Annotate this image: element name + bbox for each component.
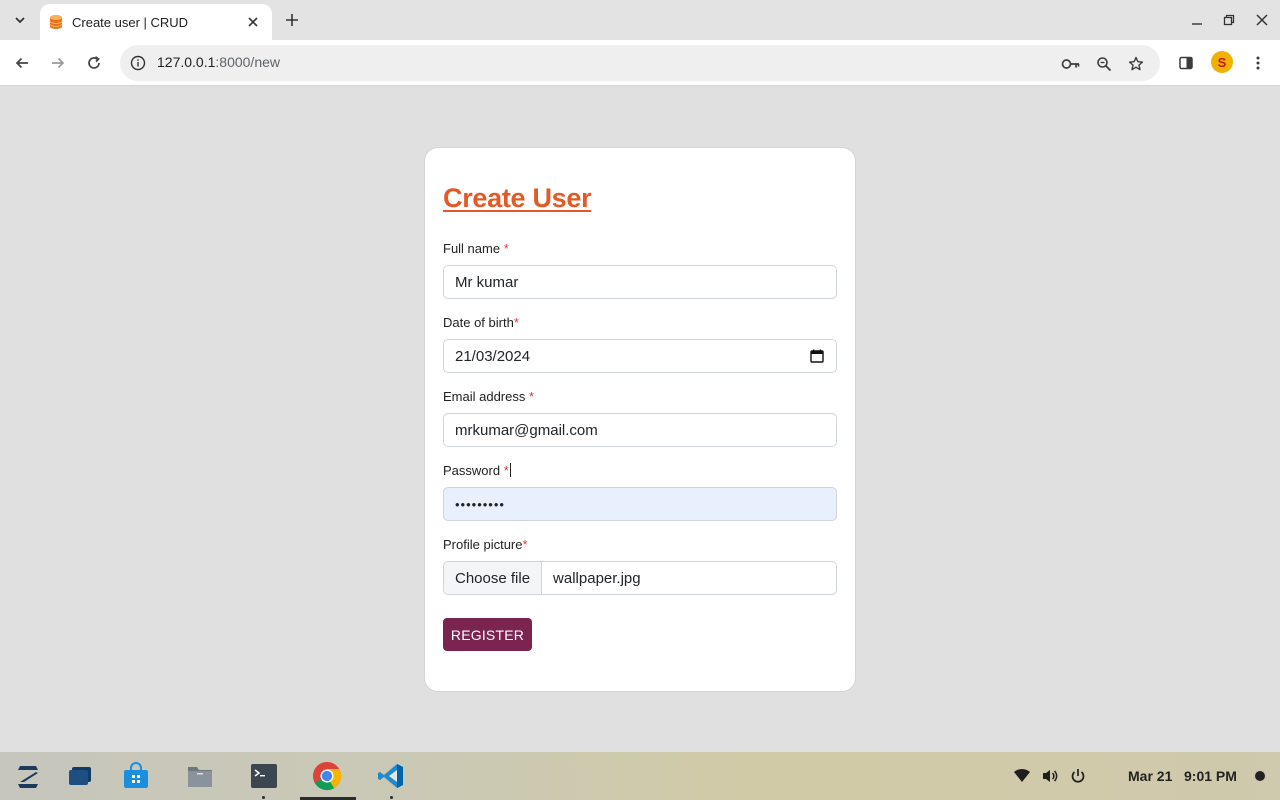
software-store-button[interactable] [121,761,151,791]
tab-search-button[interactable] [6,6,34,34]
close-window-button[interactable] [1250,8,1274,32]
back-button[interactable] [8,49,36,77]
key-icon [1061,59,1080,69]
taskbar: Mar 21 9:01 PM [0,752,1280,800]
wifi-icon [1014,768,1030,782]
plus-icon [286,14,298,26]
wifi-button[interactable] [1013,767,1031,785]
register-button[interactable]: REGISTER [443,618,532,651]
store-bag-icon [124,762,148,788]
email-input[interactable]: mrkumar@gmail.com [443,413,837,447]
browser-tab[interactable]: Create user | CRUD [40,4,272,40]
close-icon [1256,14,1268,26]
password-key-button[interactable] [1060,53,1082,75]
zoom-button[interactable] [1093,53,1115,75]
password-label: Password * [443,463,511,478]
side-panel-icon [1179,56,1193,70]
side-panel-button[interactable] [1175,52,1197,74]
profile-picture-input[interactable]: Choose file wallpaper.jpg [443,561,837,595]
star-icon [1128,56,1144,71]
tab-strip: Create user | CRUD [0,0,1280,40]
tray-time[interactable]: 9:01 PM [1184,768,1237,784]
terminal-button[interactable] [249,761,279,791]
email-label: Email address * [443,389,535,404]
info-icon [130,55,146,71]
tab-title: Create user | CRUD [72,14,189,30]
notification-dot[interactable] [1255,771,1265,781]
chrome-button[interactable] [312,761,342,791]
database-icon [49,15,63,29]
choose-file-button[interactable]: Choose file [444,562,543,594]
tray-date[interactable]: Mar 21 [1128,768,1172,784]
folder-icon [188,767,212,787]
zorin-logo-icon [18,766,38,788]
selected-file-name: wallpaper.jpg [553,569,641,587]
arrow-left-icon [15,57,28,69]
zorin-menu-button[interactable] [13,761,43,791]
page-title: Create User [443,183,592,213]
minimize-button[interactable] [1185,8,1209,32]
minimize-icon [1192,23,1202,25]
volume-button[interactable] [1041,767,1059,785]
vscode-button[interactable] [376,761,406,791]
address-bar[interactable]: 127.0.0.1:8000/new [120,45,1160,81]
terminal-icon [251,764,277,788]
create-user-card: Create User Full name * Mr kumar Date of… [424,147,856,692]
page-viewport: Create User Full name * Mr kumar Date of… [0,86,1280,752]
restore-button[interactable] [1217,8,1241,32]
chevron-down-icon [15,17,25,24]
new-tab-button[interactable] [280,8,304,32]
power-button[interactable] [1069,767,1087,785]
profile-avatar[interactable]: S [1211,51,1233,73]
date-of-birth-label: Date of birth* [443,315,519,330]
calendar-icon[interactable] [810,349,824,363]
bookmark-button[interactable] [1125,53,1147,75]
reload-button[interactable] [80,49,108,77]
files-button[interactable] [185,761,215,791]
date-of-birth-input[interactable]: 21/03/2024 [443,339,837,373]
url-text: 127.0.0.1:8000/new [157,54,280,70]
power-icon [1071,769,1085,783]
browser-menu-button[interactable] [1247,52,1269,74]
password-input[interactable]: ••••••••• [443,487,837,521]
more-vertical-icon [1256,56,1260,70]
close-icon [248,17,258,27]
reload-icon [88,56,100,69]
vscode-icon [378,764,403,788]
full-name-label: Full name * [443,241,509,256]
windows-icon [69,767,91,785]
zoom-icon [1097,57,1112,72]
restore-icon [1223,14,1235,26]
close-tab-button[interactable] [244,13,262,31]
volume-icon [1043,770,1058,782]
terminal-running-indicator [262,796,265,799]
profile-picture-label: Profile picture* [443,537,528,552]
arrow-right-icon [52,57,65,69]
workspaces-button[interactable] [65,761,95,791]
site-info-button[interactable] [128,53,148,73]
browser-toolbar: 127.0.0.1:8000/new S [0,40,1280,86]
full-name-input[interactable]: Mr kumar [443,265,837,299]
vscode-running-indicator [390,796,393,799]
text-caret [509,463,511,477]
chrome-icon [312,761,342,791]
forward-button[interactable] [44,49,72,77]
avatar-s-icon: S [1217,54,1227,70]
